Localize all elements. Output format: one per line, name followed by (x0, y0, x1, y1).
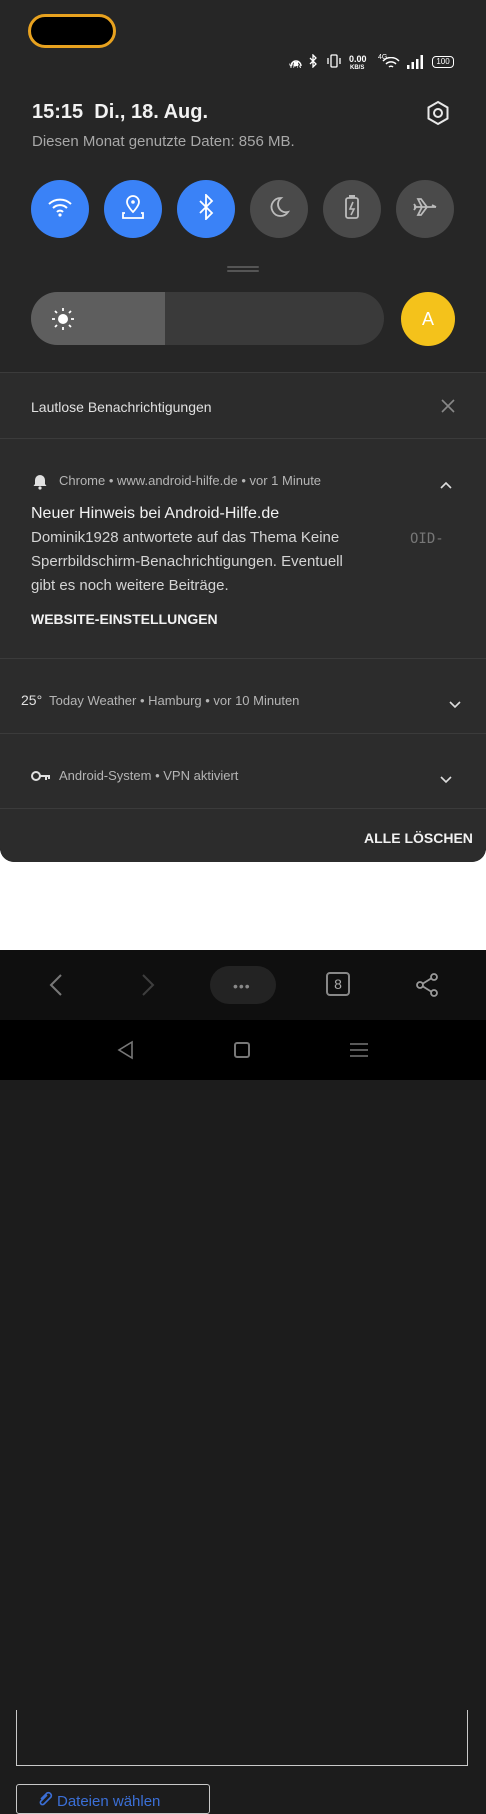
tile-battery-saver[interactable] (323, 180, 381, 238)
wifi-status-icon (382, 56, 400, 74)
key-icon (31, 769, 51, 787)
nav-recents-icon[interactable] (350, 1042, 368, 1063)
weather-notification-meta: 25° Today Weather • Hamburg • vor 10 Min… (21, 692, 300, 708)
brightness-slider[interactable] (31, 292, 384, 345)
quick-settings-panel: VPN 0.00 KB/S 4G 100 15:15 Di., 18. Aug. (0, 0, 486, 372)
nav-back-icon[interactable] (116, 1040, 136, 1065)
temperature: 25° (21, 692, 43, 708)
camera-cutout (28, 14, 116, 48)
notification-list: Lautlose Benachrichtigungen Chrome • www… (0, 372, 486, 862)
sun-icon (51, 307, 75, 336)
system-navigation-bar (0, 1020, 486, 1080)
tab-switcher-button[interactable]: 8 (326, 972, 350, 996)
net-speed-unit: KB/S (350, 65, 365, 71)
notification-time: vor 1 Minute (249, 473, 322, 488)
back-icon[interactable] (46, 972, 68, 1003)
clock-date: 15:15 Di., 18. Aug. (32, 101, 208, 124)
battery-level: 100 (436, 57, 450, 66)
system-notification-meta: Android-System • VPN aktiviert (59, 768, 239, 783)
tile-bluetooth[interactable] (177, 180, 235, 238)
chrome-notification[interactable]: Chrome • www.android-hilfe.de • vor 1 Mi… (0, 439, 486, 657)
chrome-notification-meta: Chrome • www.android-hilfe.de • vor 1 Mi… (59, 473, 322, 488)
webpage-file-button: Dateien wählen (16, 1784, 210, 1814)
notification-body-line-2: Sperrbildschirm-Benachrichtigungen. Even… (31, 553, 343, 570)
data-usage: Diesen Monat genutzte Daten: 856 MB. (32, 133, 295, 150)
nav-home-icon[interactable] (234, 1042, 250, 1058)
divider (0, 372, 486, 373)
bluetooth-icon (197, 192, 215, 225)
wifi-icon (47, 197, 73, 222)
drag-handle[interactable] (227, 266, 259, 268)
collapse-chevron-icon[interactable] (440, 476, 452, 494)
airplane-icon (412, 195, 438, 224)
date: Di., 18. Aug. (94, 101, 209, 123)
background-webpage: Dateien wählen (0, 850, 486, 1814)
clock: 15:15 (32, 101, 84, 123)
tile-do-not-disturb[interactable] (250, 180, 308, 238)
menu-button[interactable]: ••• (210, 966, 276, 1004)
notification-body-line-3: gibt es noch weitere Beiträge. (31, 577, 229, 594)
weather-notification[interactable]: 25° Today Weather • Hamburg • vor 10 Min… (0, 659, 486, 733)
more-dots-icon: ••• (233, 978, 251, 994)
paperclip-icon (37, 1790, 53, 1813)
website-settings-button[interactable]: WEBSITE-EINSTELLUNGEN (31, 611, 218, 627)
app-name: Android-System (59, 768, 152, 783)
app-name: Chrome (59, 473, 106, 488)
webpage-textbox (16, 1710, 468, 1766)
drag-handle-line (227, 270, 259, 272)
site-name: www.android-hilfe.de (117, 473, 238, 488)
tab-count: 8 (334, 976, 342, 992)
city: Hamburg (148, 693, 202, 708)
bluetooth-status-icon (308, 53, 318, 73)
vibrate-icon (326, 54, 342, 73)
webpage-file-button-label: Dateien wählen (57, 1793, 161, 1810)
share-icon[interactable] (414, 972, 440, 1003)
notification-title: Neuer Hinweis bei Android-Hilfe.de (31, 505, 280, 522)
notification-shade: VPN 0.00 KB/S 4G 100 15:15 Di., 18. Aug. (0, 0, 486, 862)
moon-icon (267, 195, 291, 224)
browser-toolbar: ••• 8 (0, 950, 486, 1020)
net-speed-value: 0.00 (349, 54, 367, 64)
battery-icon: 100 (432, 56, 454, 68)
bell-icon (32, 472, 48, 495)
battery-saver-icon (344, 194, 360, 225)
tile-airplane-mode[interactable] (396, 180, 454, 238)
clear-all-button[interactable]: ALLE LÖSCHEN (364, 830, 473, 846)
user-avatar[interactable]: A (401, 292, 455, 346)
tile-wifi[interactable] (31, 180, 89, 238)
expand-chevron-icon[interactable] (440, 771, 452, 789)
silent-notifications-header: Lautlose Benachrichtigungen (31, 399, 212, 415)
system-notification[interactable]: Android-System • VPN aktiviert (0, 734, 486, 808)
tile-location[interactable] (104, 180, 162, 238)
signal-icon (406, 55, 424, 74)
notification-text: VPN aktiviert (163, 768, 239, 783)
app-name: Today Weather (49, 693, 137, 708)
notification-body-line-1: Dominik1928 antwortete auf das Thema Kei… (31, 529, 340, 546)
forward-icon[interactable] (136, 972, 158, 1003)
divider (0, 808, 486, 809)
notification-time: vor 10 Minuten (213, 693, 300, 708)
expand-chevron-icon[interactable] (449, 696, 461, 714)
settings-gear-icon[interactable] (424, 99, 452, 127)
notification-thumbnail: OID- (410, 531, 444, 547)
location-icon (121, 194, 145, 225)
close-icon[interactable] (441, 399, 455, 418)
vpn-label: VPN (289, 64, 302, 70)
